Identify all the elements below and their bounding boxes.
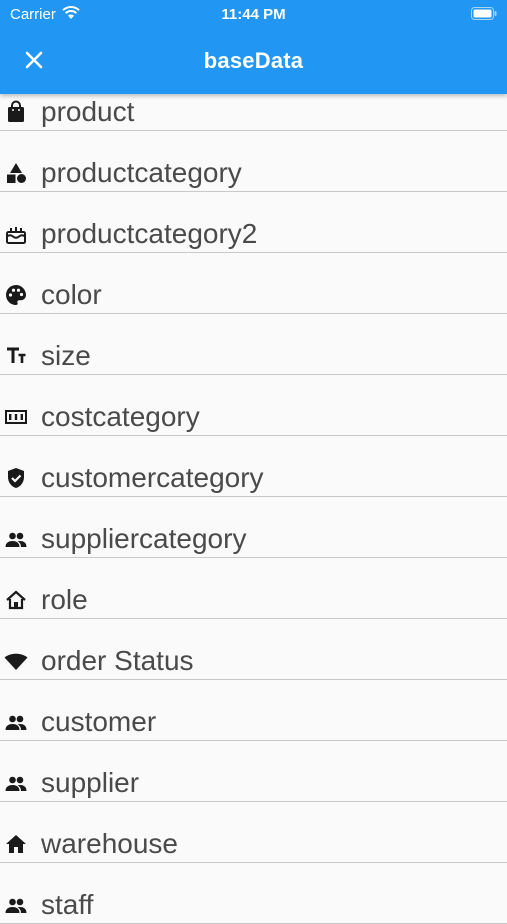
status-time: 11:44 PM (221, 6, 286, 23)
people-icon (5, 715, 27, 730)
toolbar: baseData (0, 40, 507, 80)
list-item-size[interactable]: size (0, 314, 507, 375)
category-shapes-icon (7, 163, 26, 183)
base-data-list: product productcategory productcategory2… (0, 94, 507, 924)
list-item-label: order Status (41, 645, 194, 676)
list-item-staff[interactable]: staff (0, 863, 507, 924)
list-item-order-status[interactable]: order Status (0, 619, 507, 680)
list-item-productcategory[interactable]: productcategory (0, 131, 507, 192)
list-item-label: customer (41, 706, 157, 737)
battery-icon (471, 7, 497, 20)
house-icon (6, 835, 26, 853)
app-bar: Carrier 11:44 PM baseData (0, 0, 507, 94)
list-item-label: customercategory (41, 462, 264, 493)
list-item-label: warehouse (41, 828, 178, 859)
list-item-label: staff (41, 889, 94, 920)
people-icon (5, 776, 27, 791)
list-item-label: color (41, 279, 102, 310)
list-item-customercategory[interactable]: customercategory (0, 436, 507, 497)
list-item-label: costcategory (41, 401, 200, 432)
shopping-bag-icon (8, 100, 24, 122)
wifi-icon (4, 653, 28, 670)
list-item-label: productcategory (41, 157, 242, 188)
list-item-suppliercategory[interactable]: suppliercategory (0, 497, 507, 558)
list-item-label: product (41, 96, 135, 127)
status-bar: Carrier 11:44 PM (0, 0, 507, 28)
list-item-label: productcategory2 (41, 218, 258, 249)
pin-input-icon (5, 410, 27, 424)
list-item-color[interactable]: color (0, 253, 507, 314)
list-item-label: suppliercategory (41, 523, 247, 554)
people-icon (5, 532, 27, 547)
list-item-supplier[interactable]: supplier (0, 741, 507, 802)
list-item-costcategory[interactable]: costcategory (0, 375, 507, 436)
list-item-productcategory2[interactable]: productcategory2 (0, 192, 507, 253)
list-item-role[interactable]: role (0, 558, 507, 619)
list-item-customer[interactable]: customer (0, 680, 507, 741)
cake-icon (6, 227, 26, 244)
list-item-warehouse[interactable]: warehouse (0, 802, 507, 863)
house-outline-icon (6, 590, 26, 610)
list-item-label: size (41, 340, 91, 371)
list-item-label: role (41, 584, 88, 615)
people-icon (5, 898, 27, 913)
text-size-icon (7, 347, 26, 363)
palette-icon (6, 285, 26, 305)
verified-shield-icon (8, 468, 24, 488)
list-item-product[interactable]: product (0, 94, 507, 131)
page-title: baseData (203, 48, 304, 73)
list-item-label: supplier (41, 767, 140, 798)
